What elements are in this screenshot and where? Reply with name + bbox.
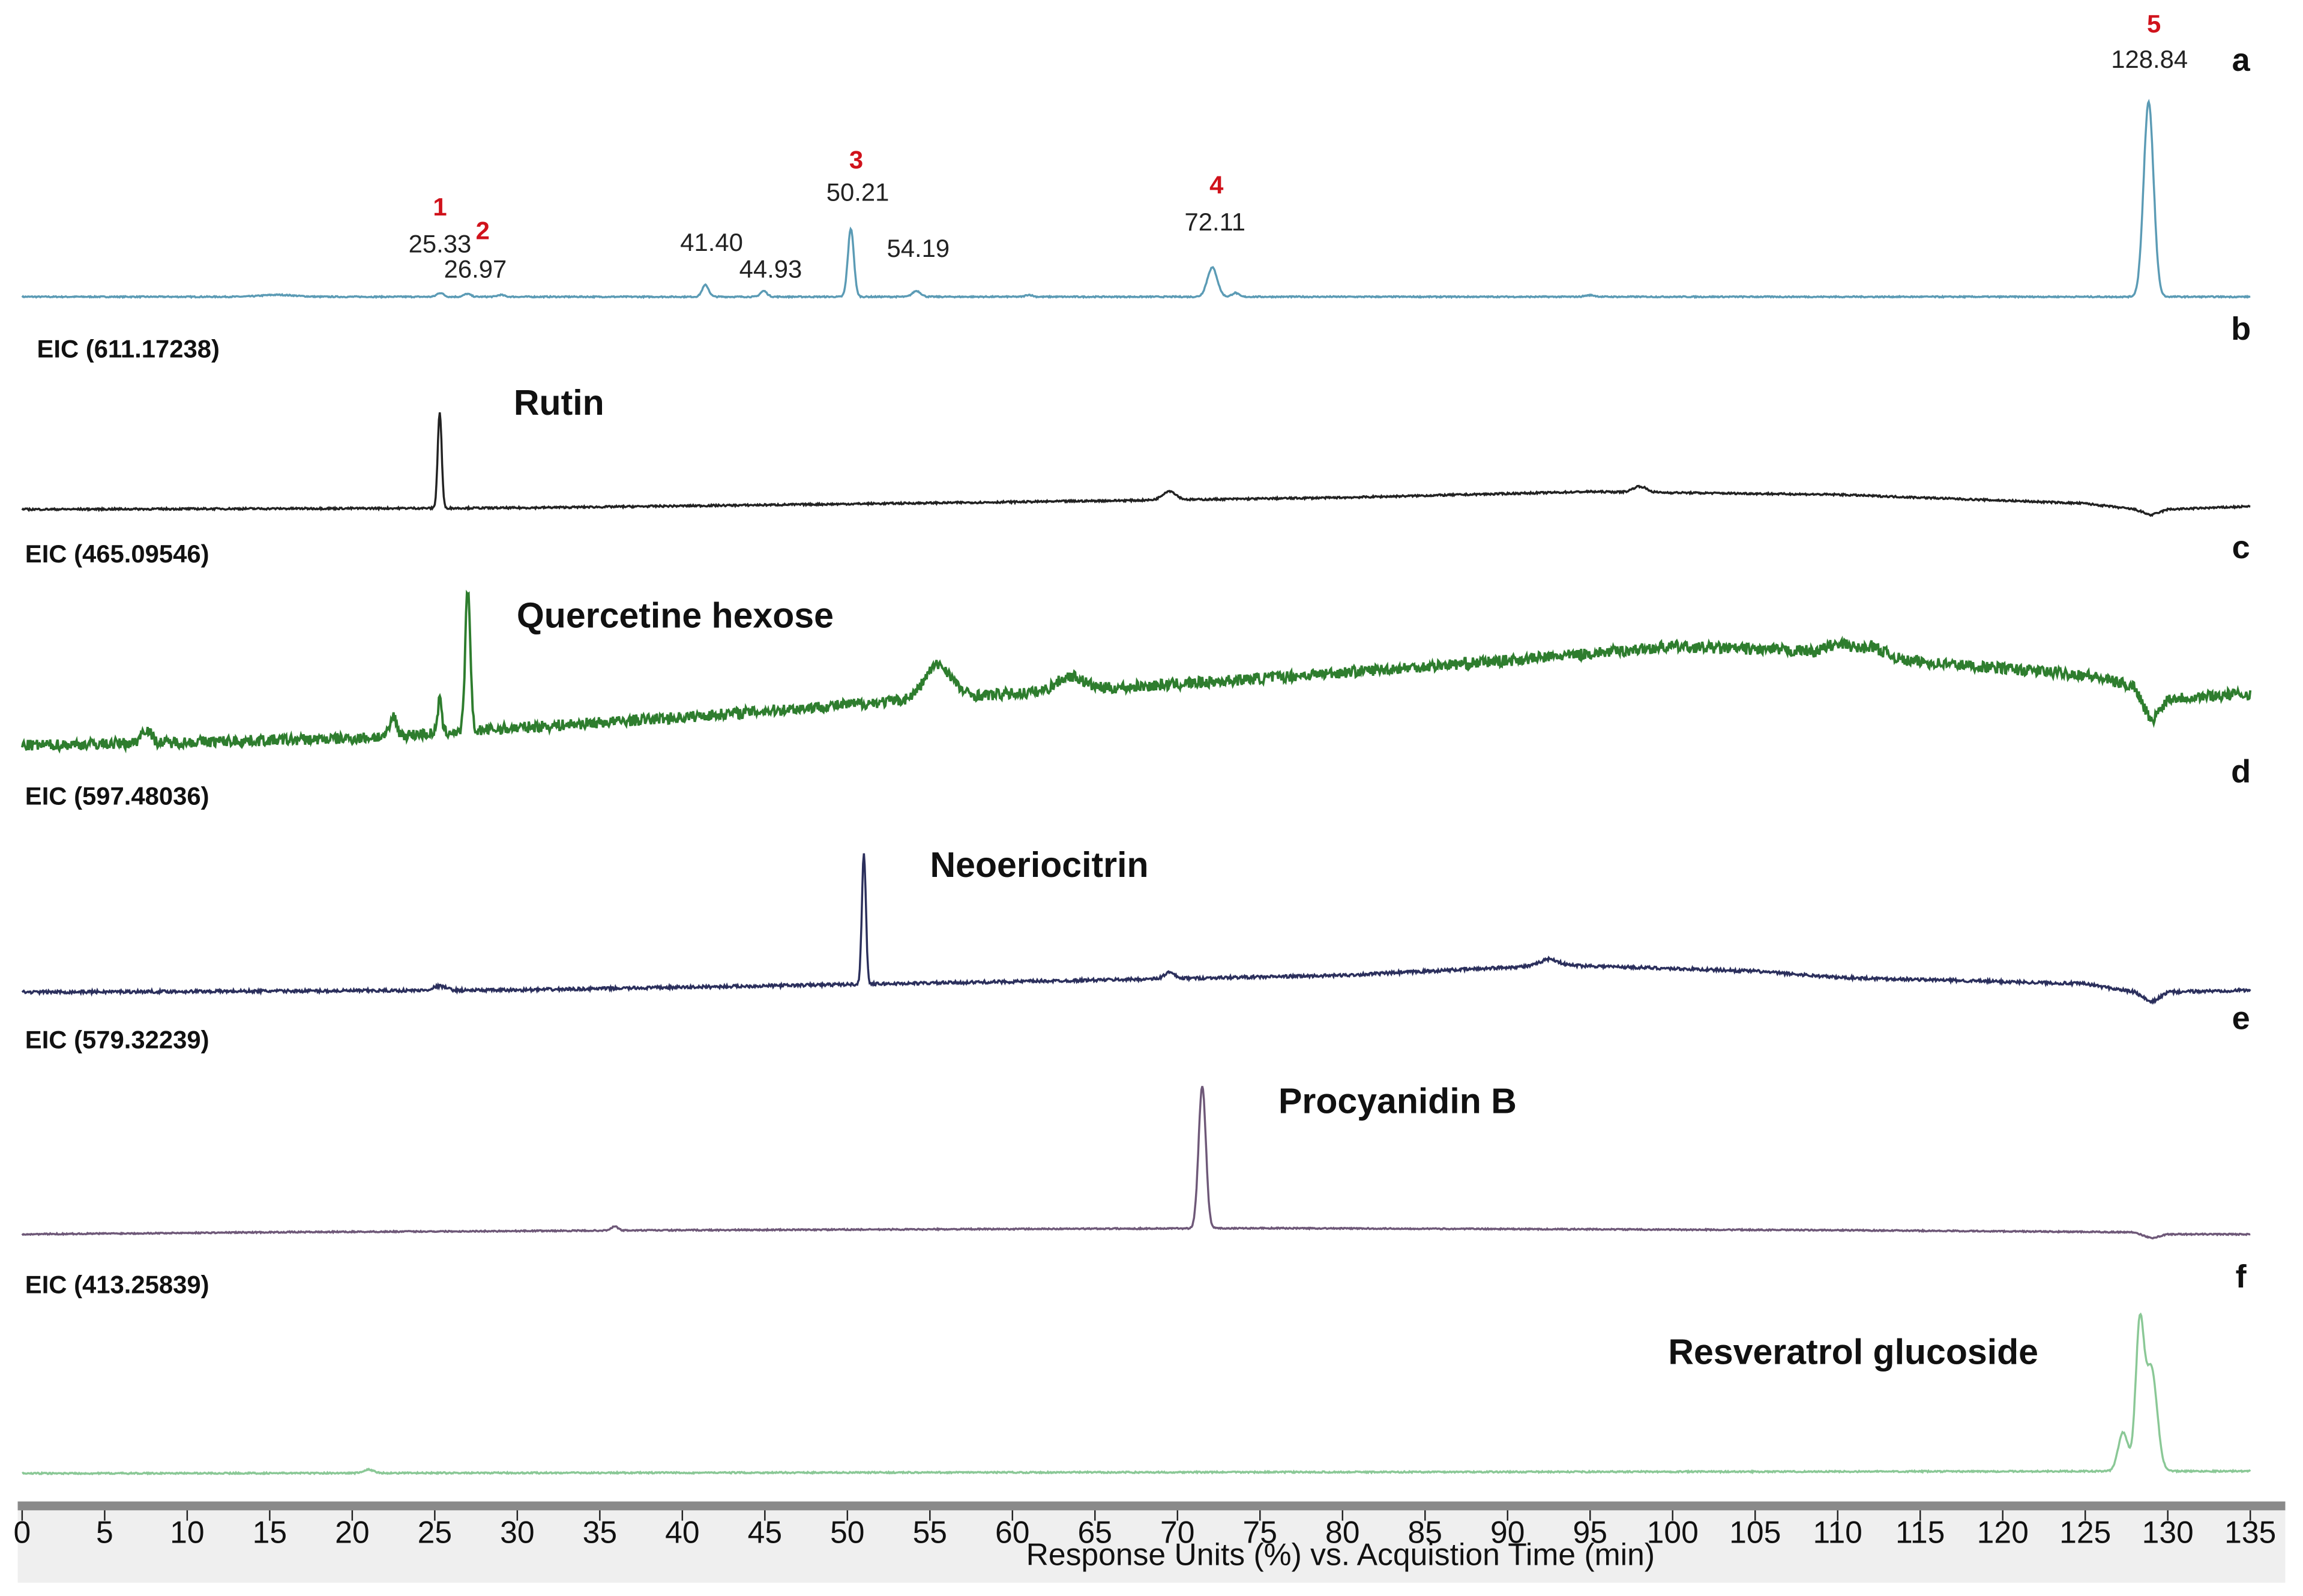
peak-rt-label: 44.93 — [739, 254, 802, 283]
x-tick-label: 135 — [2224, 1514, 2276, 1549]
peak-number-label: 4 — [1209, 170, 1224, 199]
eic-label: EIC (413.25839) — [25, 1271, 209, 1299]
peak-rt-label: 50.21 — [826, 178, 890, 206]
panel-letter: b — [2231, 311, 2251, 347]
peak-number-label: 1 — [433, 193, 447, 221]
panel-a: a 25.33 1 26.97 2 41.4044.93 50.21 3 54.19 72.11 4… — [21, 10, 2251, 300]
eic-label: EIC (579.32239) — [25, 1025, 209, 1053]
panel-d: d EIC (597.48036) Neoeriocitrin — [21, 754, 2251, 1005]
x-tick-label: 125 — [2059, 1514, 2111, 1549]
x-tick-label: 115 — [1895, 1514, 1945, 1549]
x-tick-label: 120 — [1977, 1514, 2029, 1549]
x-tick-label: 10 — [170, 1514, 204, 1549]
trace-b — [21, 412, 2251, 517]
x-tick-label: 55 — [913, 1514, 947, 1549]
peak-number-label: 3 — [849, 145, 863, 173]
x-axis: 0 5 10 15 20 25 30 35 40 45 50 55 60 65 70 75 80 85 90 95 10… — [14, 1501, 2286, 1583]
eic-label: EIC (611.17238) — [37, 334, 219, 363]
panel-letter: e — [2232, 1000, 2250, 1036]
peak-rt-label: 128.84 — [2111, 45, 2188, 73]
peak-rt-label: 41.40 — [680, 228, 743, 256]
panel-letter: a — [2232, 42, 2251, 78]
panel-c: c EIC (465.09546) Quercetine hexose — [20, 529, 2252, 754]
peak-rt-label: 26.97 — [444, 254, 507, 283]
x-tick-label: 105 — [1729, 1514, 1781, 1549]
eic-label: EIC (597.48036) — [25, 782, 209, 810]
x-tick-label: 45 — [748, 1514, 782, 1549]
peak-number-label: 5 — [2147, 10, 2161, 38]
panel-e: e EIC (579.32239) Procyanidin B — [21, 1000, 2251, 1240]
x-tick-label: 130 — [2142, 1514, 2194, 1549]
compound-label: Rutin — [514, 383, 604, 423]
peak-rt-label: 54.19 — [887, 234, 950, 262]
trace-a — [21, 98, 2251, 300]
panel-f: f EIC (413.25839) Resveratrol glucoside — [22, 1259, 2251, 1476]
x-tick-label: 0 — [14, 1514, 31, 1549]
trace-c — [20, 589, 2252, 754]
x-tick-label: 20 — [335, 1514, 369, 1549]
x-tick-label: 30 — [500, 1514, 534, 1549]
x-tick-label: 35 — [583, 1514, 617, 1549]
x-tick-label: 40 — [665, 1514, 699, 1549]
panel-b: b EIC (611.17238) Rutin — [21, 311, 2251, 517]
x-tick-label: 110 — [1813, 1514, 1862, 1549]
x-tick-label: 50 — [830, 1514, 864, 1549]
panel-letter: d — [2231, 754, 2251, 790]
x-tick-label: 5 — [96, 1514, 113, 1549]
compound-label: Quercetine hexose — [517, 595, 834, 635]
compound-label: Procyanidin B — [1278, 1082, 1517, 1121]
peak-rt-label: 25.33 — [409, 230, 472, 258]
chromatogram-chart: a 25.33 1 26.97 2 41.4044.93 50.21 3 54.19 72.11 4… — [14, 10, 2286, 1583]
panel-letter: f — [2236, 1259, 2247, 1295]
x-tick-label: 60 — [995, 1514, 1029, 1549]
x-tick-label: 25 — [418, 1514, 452, 1549]
x-tick-label: 15 — [253, 1514, 287, 1549]
compound-label: Neoeriocitrin — [930, 845, 1149, 885]
trace-e — [21, 1086, 2251, 1240]
peak-rt-label: 72.11 — [1185, 208, 1245, 236]
eic-label: EIC (465.09546) — [25, 540, 209, 568]
panel-letter: c — [2232, 529, 2250, 565]
peak-number-label: 2 — [476, 217, 490, 245]
compound-label: Resveratrol glucoside — [1668, 1333, 2038, 1372]
axis-line — [17, 1501, 2286, 1511]
x-axis-label: Response Units (%) vs. Acquistion Time (… — [1026, 1537, 1655, 1571]
